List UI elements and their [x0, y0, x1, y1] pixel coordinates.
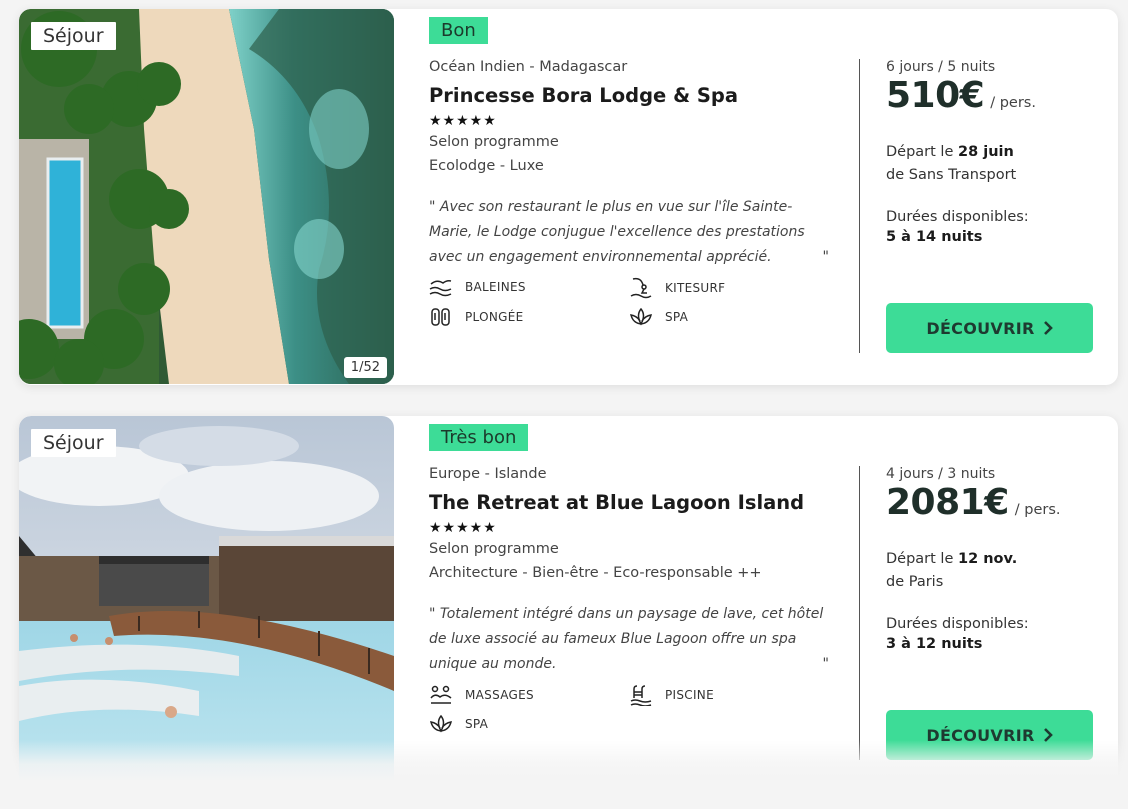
offer-photo[interactable]: Séjour: [19, 416, 394, 791]
star-rating: ★★★★★: [429, 113, 497, 129]
stay-duration: 6 jours / 5 nuits: [886, 59, 996, 75]
hotel-style: Ecolodge - Luxe: [429, 158, 544, 174]
hotel-quote: " Avec son restaurant le plus en vue sur…: [429, 195, 829, 270]
spa-icon: [629, 307, 653, 326]
lagoon-hotel-image: [19, 416, 394, 791]
amenity-label: BALEINES: [465, 280, 526, 294]
hotel-quote: " Totalement intégré dans un paysage de …: [429, 602, 829, 677]
departure-from: de Sans Transport: [886, 167, 1017, 183]
amenity-label: SPA: [465, 717, 489, 731]
amenity-item: BALEINES: [429, 277, 526, 297]
departure-prefix: Départ le: [886, 144, 954, 160]
rating-badge: Très bon: [429, 424, 529, 451]
kitesurf-icon: [630, 277, 652, 299]
amenity-label: KITESURF: [665, 281, 726, 295]
durations-value: 5 à 14 nuits: [886, 229, 983, 245]
hotel-name[interactable]: Princesse Bora Lodge & Spa: [429, 84, 738, 107]
quote-text: " Avec son restaurant le plus en vue sur…: [429, 199, 805, 265]
amenity-label: SPA: [665, 310, 689, 324]
photo-counter: 1/52: [343, 357, 387, 378]
hotel-name[interactable]: The Retreat at Blue Lagoon Island: [429, 491, 804, 514]
quote-close: ": [822, 656, 829, 672]
whale-icon: [429, 280, 452, 297]
departure-info: Départ le 12 nov. de Paris: [886, 548, 1017, 594]
departure-from: de Paris: [886, 574, 944, 590]
amenity-item: KITESURF: [629, 277, 725, 299]
discover-label: DÉCOUVRIR: [926, 318, 1035, 338]
price-suffix: / pers.: [990, 95, 1036, 111]
offer-card[interactable]: Séjour Très bon Europe - Islande The Ret…: [19, 416, 1118, 792]
meal-plan: Selon programme: [429, 541, 559, 557]
destination: Europe - Islande: [429, 466, 547, 482]
divider: [859, 59, 860, 353]
massage-icon: [430, 685, 452, 704]
offer-photo[interactable]: Séjour 1/52: [19, 9, 394, 384]
chevron-right-icon: [1043, 321, 1053, 335]
price-amount: 2081€: [886, 482, 1009, 523]
quote-text: " Totalement intégré dans un paysage de …: [429, 606, 824, 672]
available-durations: Durées disponibles: 5 à 14 nuits: [886, 207, 1029, 247]
offer-type-tag: Séjour: [31, 22, 116, 50]
amenity-label: PISCINE: [665, 688, 714, 702]
durations-value: 3 à 12 nuits: [886, 636, 983, 652]
departure-date: 12 nov.: [958, 551, 1018, 567]
price: 510€ / pers.: [886, 75, 1036, 116]
discover-label: DÉCOUVRIR: [926, 725, 1035, 745]
price-amount: 510€: [886, 75, 985, 116]
beach-aerial-image: [19, 9, 394, 384]
durations-label: Durées disponibles:: [886, 209, 1029, 225]
chevron-right-icon: [1043, 728, 1053, 742]
destination: Océan Indien - Madagascar: [429, 59, 628, 75]
discover-button[interactable]: DÉCOUVRIR: [886, 303, 1093, 353]
available-durations: Durées disponibles: 3 à 12 nuits: [886, 614, 1029, 654]
amenity-item: MASSAGES: [429, 684, 534, 706]
diving-icon: [431, 308, 450, 326]
amenity-item: SPA: [429, 713, 488, 735]
amenity-label: PLONGÉE: [465, 310, 524, 324]
spa-icon: [429, 714, 453, 733]
price: 2081€ / pers.: [886, 482, 1061, 523]
departure-date: 28 juin: [958, 144, 1014, 160]
meal-plan: Selon programme: [429, 134, 559, 150]
amenity-item: PLONGÉE: [429, 306, 523, 328]
durations-label: Durées disponibles:: [886, 616, 1029, 632]
departure-prefix: Départ le: [886, 551, 954, 567]
amenity-label: MASSAGES: [465, 688, 534, 702]
price-suffix: / pers.: [1014, 502, 1061, 518]
star-rating: ★★★★★: [429, 520, 497, 536]
offer-card[interactable]: Séjour 1/52 Bon Océan Indien - Madagasca…: [19, 9, 1118, 385]
divider: [859, 466, 860, 760]
pool-icon: [630, 685, 652, 706]
stay-duration: 4 jours / 3 nuits: [886, 466, 996, 482]
offer-type-tag: Séjour: [31, 429, 116, 457]
departure-info: Départ le 28 juin de Sans Transport: [886, 141, 1016, 187]
amenity-item: PISCINE: [629, 684, 714, 706]
hotel-style: Architecture - Bien-être - Eco-responsab…: [429, 565, 762, 581]
amenity-item: SPA: [629, 306, 688, 328]
rating-badge: Bon: [429, 17, 488, 44]
discover-button[interactable]: DÉCOUVRIR: [886, 710, 1093, 760]
quote-close: ": [822, 249, 829, 265]
